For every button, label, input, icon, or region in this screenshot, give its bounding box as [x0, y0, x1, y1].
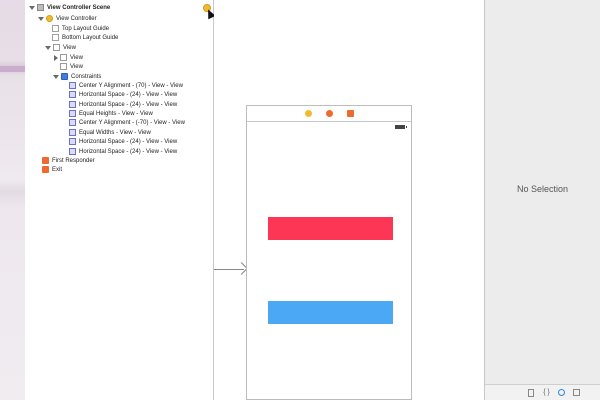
left-navigator-strip [0, 0, 25, 400]
file-template-library-icon[interactable] [528, 389, 534, 397]
view-controller-icon [46, 15, 53, 22]
constraint-icon [69, 91, 76, 98]
outline-label: View [70, 54, 83, 61]
constraint-label: Center Y Alignment - (70) - View - View [79, 82, 183, 89]
outline-row-bottom-layout-guide[interactable]: Bottom Layout Guide [52, 33, 118, 42]
blue-subview[interactable] [268, 301, 393, 324]
constraint-row[interactable]: Horizontal Space - (24) - View - View [69, 100, 177, 109]
battery-fill [396, 126, 404, 128]
outline-row-constraints[interactable]: Constraints [53, 72, 101, 81]
outline-label: View [63, 44, 76, 51]
battery-icon [395, 125, 407, 129]
outline-row-top-layout-guide[interactable]: Top Layout Guide [52, 24, 109, 33]
constraint-label: Equal Widths - View - View [79, 129, 151, 136]
constraint-row[interactable]: Horizontal Space - (24) - View - View [69, 90, 177, 99]
outline-row-view-controller[interactable]: View Controller [38, 14, 97, 23]
exit-dock-icon[interactable] [346, 110, 354, 117]
constraint-icon [69, 110, 76, 117]
constraint-label: Horizontal Space - (24) - View - View [79, 91, 178, 98]
navigator-selection-band [0, 66, 25, 72]
constraint-row[interactable]: Horizontal Space - (24) - View - View [69, 147, 177, 156]
disclosure-right-icon[interactable] [54, 54, 58, 61]
constraint-icon [69, 129, 76, 136]
constraint-row[interactable]: Center Y Alignment - (70) - View - View [69, 81, 183, 90]
constraint-row[interactable]: Center Y Alignment - (-70) - View - View [69, 118, 185, 127]
constraints-icon [61, 73, 68, 80]
view-controller-frame[interactable] [246, 105, 412, 400]
constraint-label: Horizontal Space - (24) - View - View [79, 148, 178, 155]
constraint-icon [69, 148, 76, 155]
no-selection-label: No Selection [516, 184, 569, 194]
outline-label: View Controller Scene [47, 4, 111, 11]
constraint-label: Center Y Alignment - (-70) - View - View [79, 119, 185, 126]
outline-row-scene[interactable]: View Controller Scene [29, 3, 110, 12]
outline-row-subview-1[interactable]: View [53, 53, 83, 62]
constraint-row[interactable]: Horizontal Space - (24) - View - View [69, 137, 177, 146]
constraint-icon [69, 82, 76, 89]
constraint-icon [69, 138, 76, 145]
outline-label: Bottom Layout Guide [62, 34, 119, 41]
constraint-label: Horizontal Space - (24) - View - View [79, 138, 178, 145]
constraint-icon [69, 119, 76, 126]
constraint-row[interactable]: Equal Heights - View - View [69, 109, 153, 118]
outline-label: View [70, 63, 83, 70]
red-subview[interactable] [268, 217, 393, 240]
outline-label: View Controller [56, 15, 97, 22]
disclosure-down-icon[interactable] [53, 74, 59, 79]
outline-row-first-responder[interactable]: First Responder [42, 156, 95, 165]
outline-label: Top Layout Guide [62, 25, 110, 32]
first-responder-icon [42, 157, 49, 164]
outline-row-exit[interactable]: Exit [42, 165, 62, 174]
constraint-label: Equal Heights - View - View [79, 110, 153, 117]
media-library-icon[interactable] [573, 389, 580, 396]
layout-guide-icon [52, 25, 59, 32]
document-outline: View Controller Scene View Controller To… [25, 0, 216, 400]
object-library-icon[interactable] [558, 389, 565, 396]
view-icon [53, 44, 60, 51]
outline-label: Constraints [71, 73, 102, 80]
library-selector-bar: { } [485, 384, 600, 400]
inspector-panel: No Selection { } [485, 0, 600, 400]
constraint-icon [69, 101, 76, 108]
view-controller-dock-icon[interactable] [304, 110, 312, 117]
outline-label: First Responder [52, 157, 95, 164]
outline-row-subview-2[interactable]: View [60, 62, 83, 71]
scene-dock [247, 106, 411, 122]
layout-guide-icon [52, 34, 59, 41]
outline-row-view[interactable]: View [45, 43, 76, 52]
view-icon [60, 54, 67, 61]
view-icon [60, 63, 67, 70]
code-snippet-library-icon[interactable]: { } [543, 389, 550, 397]
storyboard-canvas[interactable] [214, 0, 485, 400]
exit-icon [42, 166, 49, 173]
constraint-label: Horizontal Space - (24) - View - View [79, 101, 178, 108]
constraint-row[interactable]: Equal Widths - View - View [69, 128, 151, 137]
scene-icon [37, 4, 44, 11]
first-responder-dock-icon[interactable] [325, 110, 333, 117]
disclosure-down-icon[interactable] [29, 5, 35, 10]
disclosure-down-icon[interactable] [45, 45, 51, 50]
disclosure-down-icon[interactable] [38, 16, 44, 21]
outline-label: Exit [52, 166, 63, 173]
